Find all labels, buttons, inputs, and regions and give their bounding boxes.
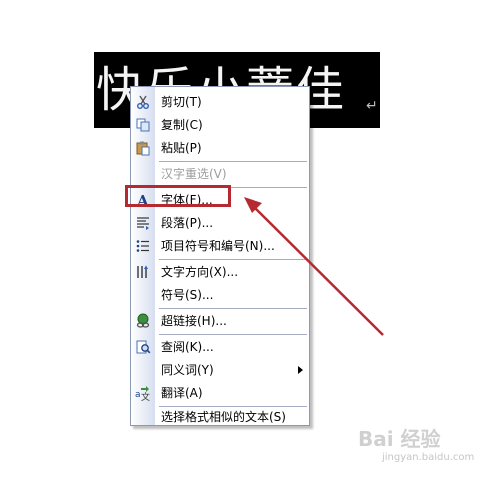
watermark-url: jingyan.baidu.com: [382, 452, 475, 463]
watermark: Bai 经验: [358, 427, 441, 451]
annotation-arrow: [244, 197, 384, 336]
annotation-arrow-line: [251, 204, 384, 336]
